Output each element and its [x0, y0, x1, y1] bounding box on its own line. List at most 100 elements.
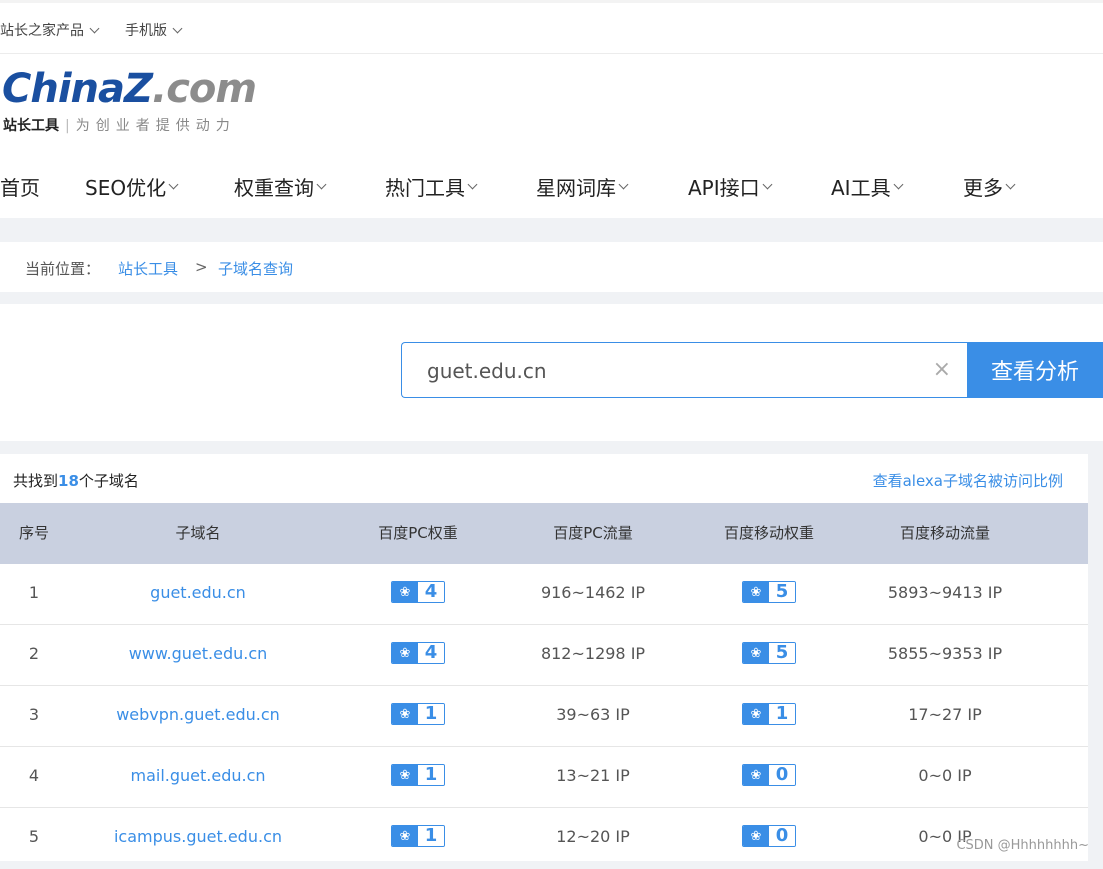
- breadcrumb-prefix: 当前位置：: [25, 260, 101, 278]
- mobile-weight-badge[interactable]: ❀ 0: [742, 764, 796, 786]
- logo-slogan-main: 站长工具: [3, 118, 59, 134]
- pc-weight-badge[interactable]: ❀ 1: [391, 703, 445, 725]
- nav-more[interactable]: 更多: [963, 172, 1016, 201]
- results-summary-prefix: 共找到: [13, 472, 59, 490]
- table-header: 序号 子域名 百度PC权重 百度PC流量 百度移动权重 百度移动流量: [0, 503, 1088, 564]
- pc-weight-badge[interactable]: ❀ 1: [391, 764, 445, 786]
- mobile-weight-value: 5: [769, 643, 795, 663]
- baidu-paw-icon: ❀: [743, 826, 769, 846]
- mobile-weight-cell: ❀ 5: [694, 642, 844, 664]
- domain-search-input[interactable]: guet.edu.cn ×: [401, 342, 967, 398]
- close-icon[interactable]: ×: [933, 359, 951, 381]
- column-header-pc-weight[interactable]: 百度PC权重: [343, 522, 493, 543]
- column-header-subdomain[interactable]: 子域名: [98, 522, 298, 543]
- nav-weight-query[interactable]: 权重查询: [234, 172, 327, 201]
- chevron-down-icon: [893, 179, 904, 190]
- pc-weight-badge[interactable]: ❀ 4: [391, 642, 445, 664]
- pc-traffic-cell: 916~1462 IP: [540, 583, 646, 602]
- logo-brand: ChinaZ.com: [2, 66, 257, 112]
- baidu-paw-icon: ❀: [392, 765, 418, 785]
- breadcrumb-link-subdomain[interactable]: 子域名查询: [218, 258, 293, 279]
- csdn-watermark: CSDN @Hhhhhhhh~: [956, 838, 1089, 853]
- nav-hot-tools[interactable]: 热门工具: [385, 172, 478, 201]
- pc-weight-cell: ❀ 1: [343, 703, 493, 725]
- mobile-weight-cell: ❀ 0: [694, 825, 844, 847]
- logo-slogan: 站长工具 | 为创业者提供动力: [3, 115, 236, 135]
- nav-home[interactable]: 首页: [0, 172, 40, 201]
- nav-more-label: 更多: [963, 176, 1003, 200]
- nav-seo-label: SEO优化: [85, 176, 167, 200]
- pc-weight-value: 1: [418, 765, 444, 785]
- nav-ai-tools-label: AI工具: [831, 176, 891, 200]
- mobile-weight-value: 1: [769, 704, 795, 724]
- breadcrumb-link-tools[interactable]: 站长工具: [118, 258, 178, 279]
- chevron-down-icon: [172, 23, 183, 33]
- top-bar: 站长之家产品 手机版: [0, 0, 1103, 54]
- mobile-weight-badge[interactable]: ❀ 5: [742, 642, 796, 664]
- results-count: 18: [58, 472, 79, 490]
- mobile-version-menu[interactable]: 手机版: [125, 20, 183, 40]
- baidu-paw-icon: ❀: [392, 643, 418, 663]
- nav-ai-tools[interactable]: AI工具: [831, 172, 904, 201]
- mobile-weight-value: 5: [769, 582, 795, 602]
- pc-traffic-cell: 812~1298 IP: [540, 644, 646, 663]
- mobile-weight-badge[interactable]: ❀ 1: [742, 703, 796, 725]
- pc-traffic-cell: 13~21 IP: [556, 766, 630, 785]
- table-row: 4 mail.guet.edu.cn ❀ 1 13~21 IP ❀ 0 0~0 IP: [0, 747, 1088, 808]
- mobile-weight-cell: ❀ 1: [694, 703, 844, 725]
- subdomain-link[interactable]: www.guet.edu.cn: [98, 644, 298, 663]
- pc-weight-cell: ❀ 1: [343, 825, 493, 847]
- nav-keyword-library[interactable]: 星网词库: [536, 172, 629, 201]
- breadcrumb: 当前位置： 站长工具 > 子域名查询: [0, 242, 1103, 292]
- baidu-paw-icon: ❀: [392, 582, 418, 602]
- pc-weight-badge[interactable]: ❀ 1: [391, 825, 445, 847]
- pc-weight-value: 4: [418, 582, 444, 602]
- site-header: ChinaZ.com 站长工具 | 为创业者提供动力 首页 SEO优化 权重查询 热…: [0, 54, 1103, 218]
- search-input-value: guet.edu.cn: [427, 359, 547, 383]
- nav-home-label: 首页: [0, 176, 40, 200]
- baidu-paw-icon: ❀: [743, 643, 769, 663]
- subdomain-link[interactable]: webvpn.guet.edu.cn: [98, 705, 298, 724]
- nav-api-label: API接口: [688, 176, 760, 200]
- results-panel: 共找到18个子域名 查看alexa子域名被访问比例 序号 子域名 百度PC权重 …: [0, 454, 1088, 861]
- pc-weight-value: 1: [418, 704, 444, 724]
- alexa-ratio-link[interactable]: 查看alexa子域名被访问比例: [873, 470, 1063, 491]
- baidu-paw-icon: ❀: [743, 765, 769, 785]
- pc-weight-value: 4: [418, 643, 444, 663]
- baidu-paw-icon: ❀: [392, 826, 418, 846]
- mobile-traffic-cell: 0~0 IP: [918, 766, 972, 785]
- analyze-button[interactable]: 查看分析: [967, 342, 1103, 398]
- products-menu[interactable]: 站长之家产品: [0, 20, 100, 40]
- row-number: 1: [28, 583, 40, 602]
- table-row: 3 webvpn.guet.edu.cn ❀ 1 39~63 IP ❀ 1 17~2…: [0, 686, 1088, 747]
- chevron-down-icon: [1005, 179, 1016, 190]
- subdomain-link[interactable]: mail.guet.edu.cn: [98, 766, 298, 785]
- table-row: 1 guet.edu.cn ❀ 4 916~1462 IP ❀ 5 5893~941…: [0, 564, 1088, 625]
- chevron-down-icon: [762, 179, 773, 190]
- pc-weight-cell: ❀ 1: [343, 764, 493, 786]
- row-number: 4: [28, 766, 40, 785]
- column-header-mobile-traffic[interactable]: 百度移动流量: [870, 522, 1020, 543]
- row-number: 2: [28, 644, 40, 663]
- mobile-version-label: 手机版: [125, 23, 167, 39]
- column-header-mobile-weight[interactable]: 百度移动权重: [694, 522, 844, 543]
- logo-slogan-sub: 为创业者提供动力: [75, 118, 236, 134]
- nav-hot-tools-label: 热门工具: [385, 176, 465, 200]
- mobile-weight-badge[interactable]: ❀ 0: [742, 825, 796, 847]
- mobile-weight-cell: ❀ 5: [694, 581, 844, 603]
- subdomain-link[interactable]: guet.edu.cn: [98, 583, 298, 602]
- pc-traffic-cell: 12~20 IP: [556, 827, 630, 846]
- pc-weight-cell: ❀ 4: [343, 642, 493, 664]
- column-header-no[interactable]: 序号: [0, 522, 68, 543]
- results-summary: 共找到18个子域名: [13, 470, 139, 491]
- nav-api[interactable]: API接口: [688, 172, 773, 201]
- chinaz-logo[interactable]: ChinaZ.com 站长工具 | 为创业者提供动力: [0, 66, 260, 136]
- pc-weight-badge[interactable]: ❀ 4: [391, 581, 445, 603]
- subdomain-link[interactable]: icampus.guet.edu.cn: [98, 827, 298, 846]
- nav-seo[interactable]: SEO优化: [85, 172, 179, 201]
- pc-weight-value: 1: [418, 826, 444, 846]
- chevron-down-icon: [618, 179, 629, 190]
- mobile-weight-badge[interactable]: ❀ 5: [742, 581, 796, 603]
- column-header-pc-traffic[interactable]: 百度PC流量: [518, 522, 668, 543]
- baidu-paw-icon: ❀: [392, 704, 418, 724]
